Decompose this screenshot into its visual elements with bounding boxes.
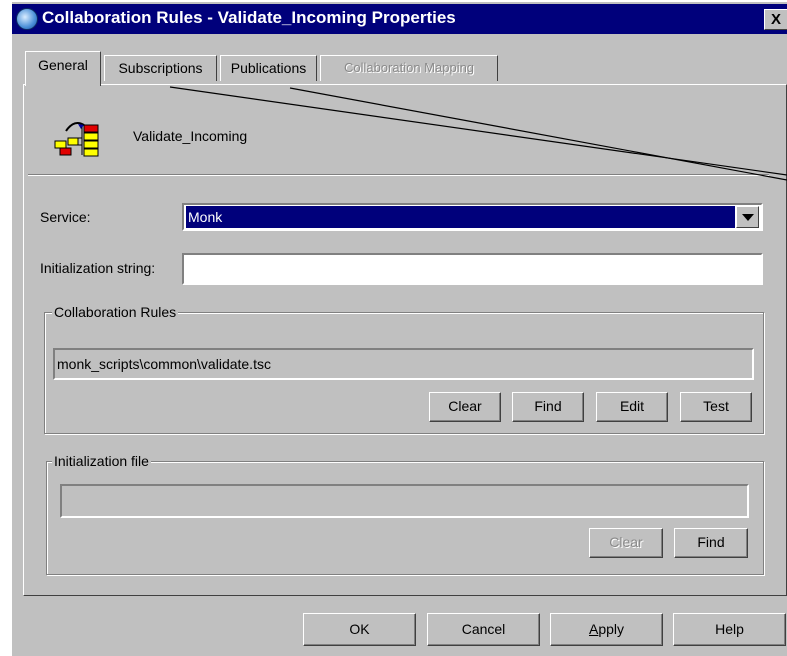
initialization-file-input bbox=[60, 484, 749, 518]
window-title: Collaboration Rules - Validate_Incoming … bbox=[42, 8, 456, 27]
collab-edit-button[interactable]: Edit bbox=[596, 392, 668, 422]
service-value: Monk bbox=[186, 206, 735, 228]
cancel-button[interactable]: Cancel bbox=[427, 613, 540, 646]
rule-name: Validate_Incoming bbox=[133, 128, 248, 144]
globe-icon bbox=[16, 8, 38, 30]
tab-subscriptions[interactable]: Subscriptions bbox=[104, 55, 217, 81]
init-clear-button: Clear bbox=[589, 528, 663, 558]
service-dropdown[interactable]: Monk bbox=[182, 203, 763, 231]
collaboration-rules-group-title: Collaboration Rules bbox=[52, 304, 179, 320]
collaboration-rules-icon bbox=[54, 122, 99, 157]
init-find-button[interactable]: Find bbox=[674, 528, 748, 558]
separator bbox=[28, 174, 769, 176]
apply-label-rest: pply bbox=[598, 621, 625, 637]
collab-clear-button[interactable]: Clear bbox=[429, 392, 501, 422]
ok-button[interactable]: OK bbox=[303, 613, 416, 646]
help-button[interactable]: Help bbox=[673, 613, 786, 646]
collab-test-button[interactable]: Test bbox=[680, 392, 752, 422]
tab-general[interactable]: General bbox=[25, 51, 101, 86]
collaboration-rules-path[interactable]: monk_scripts\common\validate.tsc bbox=[53, 348, 754, 380]
init-string-input[interactable] bbox=[182, 253, 763, 285]
collab-find-button[interactable]: Find bbox=[512, 392, 584, 422]
tab-publications[interactable]: Publications bbox=[220, 55, 317, 81]
tab-collaboration-mapping: Collaboration Mapping bbox=[320, 55, 498, 81]
init-string-label: Initialization string: bbox=[40, 260, 156, 276]
chevron-down-icon[interactable] bbox=[736, 206, 759, 228]
close-button[interactable]: X bbox=[764, 9, 787, 30]
apply-button[interactable]: Apply bbox=[550, 613, 663, 646]
initialization-file-group-title: Initialization file bbox=[52, 453, 151, 469]
service-label: Service: bbox=[40, 209, 91, 225]
title-bar[interactable]: Collaboration Rules - Validate_Incoming … bbox=[12, 4, 787, 34]
